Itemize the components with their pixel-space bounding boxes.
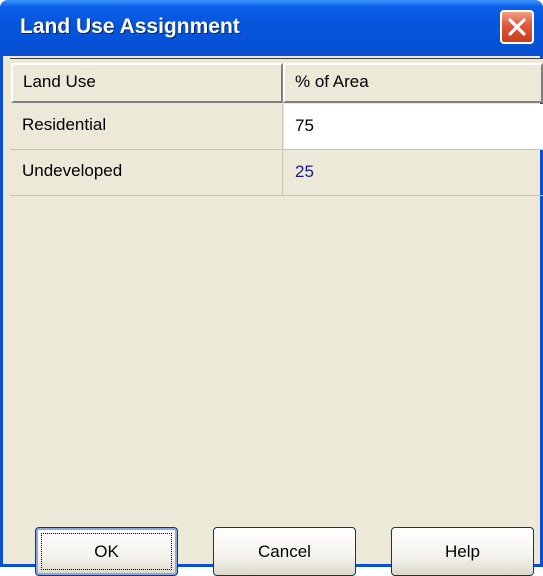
land-use-assignment-dialog: Land Use Assignment Land Use % of Area R… (0, 0, 543, 576)
button-bar: OK Cancel Help (3, 460, 543, 576)
focus-rectangle (41, 533, 172, 570)
table-row[interactable]: Residential 75 (10, 104, 543, 150)
land-use-grid[interactable]: Land Use % of Area Residential 75 Undeve… (10, 58, 543, 196)
dialog-title: Land Use Assignment (20, 15, 240, 38)
close-button[interactable] (500, 10, 534, 44)
close-icon (508, 18, 526, 36)
percent-area-cell[interactable]: 25 (284, 150, 543, 195)
column-header-percent-area[interactable]: % of Area (283, 63, 543, 103)
title-bar[interactable]: Land Use Assignment (0, 0, 543, 56)
land-use-cell[interactable]: Undeveloped (10, 150, 283, 195)
column-header-land-use[interactable]: Land Use (11, 63, 283, 103)
land-use-cell[interactable]: Residential (10, 104, 283, 149)
ok-button[interactable]: OK (35, 527, 178, 576)
help-button[interactable]: Help (391, 527, 534, 576)
help-button-label: Help (445, 541, 480, 561)
cancel-button[interactable]: Cancel (213, 527, 356, 576)
cancel-button-label: Cancel (258, 541, 311, 561)
percent-area-cell[interactable]: 75 (284, 104, 543, 149)
table-row[interactable]: Undeveloped 25 (10, 150, 543, 196)
